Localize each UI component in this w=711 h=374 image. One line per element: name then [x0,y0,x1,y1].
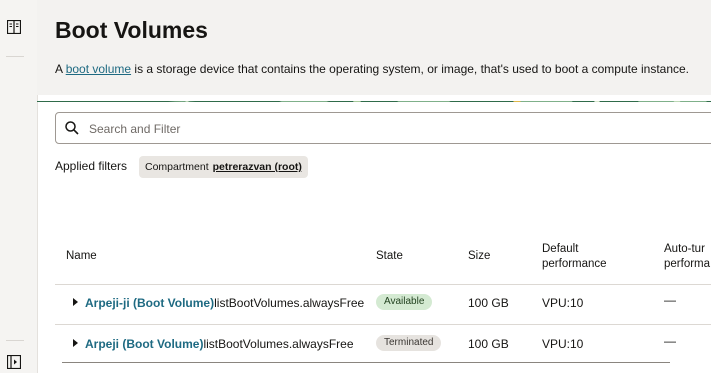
applied-filters-label: Applied filters [55,159,128,173]
performance-cell: VPU:10 [542,296,584,310]
table-header-divider [55,284,711,285]
boot-volume-name-link[interactable]: Arpeji-ji (Boot Volume) [85,296,214,310]
page-description: A boot volume is a storage device that c… [55,62,689,76]
table-row-name: Arpeji-ji (Boot Volume)listBootVolumes.a… [85,296,364,310]
boot-volume-name-suffix: listBootVolumes.alwaysFree [203,337,354,351]
column-header-default-performance[interactable]: Default performance [542,242,607,272]
autotune-cell: — [664,293,676,307]
status-badge: Available [376,294,433,310]
expand-panel-icon[interactable] [6,354,23,371]
horizontal-scrollbar[interactable] [62,362,670,363]
description-suffix: is a storage device that contains the op… [131,62,690,76]
boot-volume-link[interactable]: boot volume [66,62,131,76]
column-header-state[interactable]: State [376,249,403,264]
decorative-banner [37,95,711,102]
page-header [37,0,711,95]
left-rail [0,0,38,373]
expand-row-caret-icon[interactable] [73,339,78,347]
panel-icon[interactable] [6,19,23,36]
rail-divider [6,340,24,341]
chip-key: Compartment [145,161,209,173]
column-header-autotune[interactable]: Auto-tur performa [664,242,710,272]
rail-divider [6,56,24,57]
search-field[interactable] [55,112,711,144]
column-header-autotune-line2: performa [664,258,711,270]
expand-row-caret-icon[interactable] [73,298,78,306]
autotune-cell: — [664,334,676,348]
size-cell: 100 GB [468,296,509,310]
search-icon [65,121,79,135]
size-cell: 100 GB [468,337,509,351]
column-header-size[interactable]: Size [468,249,490,264]
column-header-autotune-line1: Auto-tur [664,243,705,255]
status-badge: Terminated [376,335,442,351]
boot-volume-name-suffix: listBootVolumes.alwaysFree [214,296,365,310]
compartment-filter-chip[interactable]: Compartment petrerazvan (root) [139,156,308,178]
column-header-name[interactable]: Name [66,249,97,264]
column-header-default-performance-line1: Default [542,243,579,255]
description-prefix: A [55,62,66,76]
table-row-divider [55,324,711,325]
boot-volume-name-link[interactable]: Arpeji (Boot Volume) [85,337,203,351]
table-row-name: Arpeji (Boot Volume)listBootVolumes.alwa… [85,337,354,351]
page-title: Boot Volumes [55,17,208,43]
column-header-default-performance-line2: performance [542,258,607,270]
search-input[interactable] [87,119,591,139]
chip-value[interactable]: petrerazvan (root) [213,161,302,173]
performance-cell: VPU:10 [542,337,584,351]
